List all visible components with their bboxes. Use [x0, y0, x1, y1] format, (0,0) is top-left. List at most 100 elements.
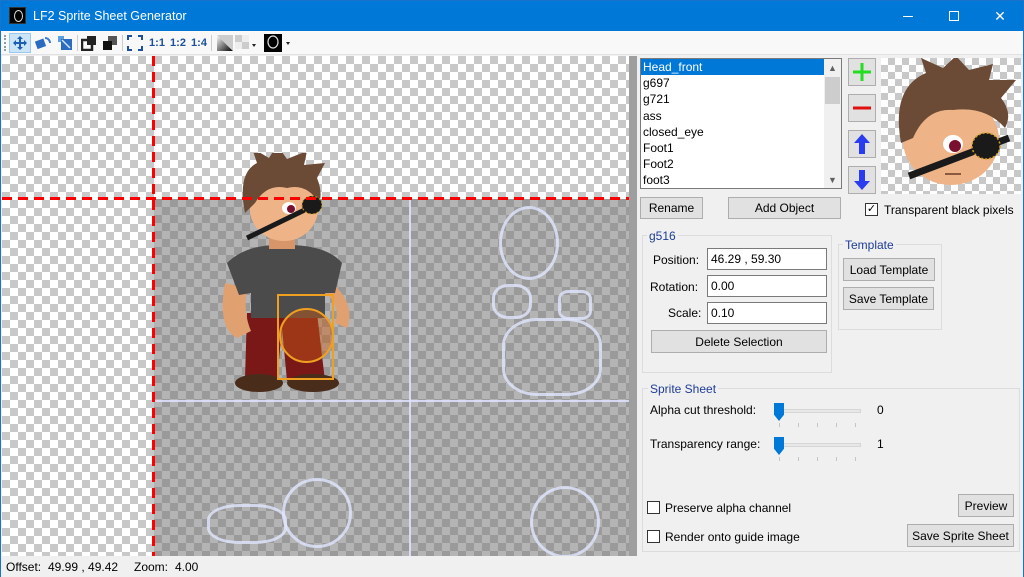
part-preview: [881, 58, 1021, 194]
sprite-sheet-group-title: Sprite Sheet: [648, 382, 719, 396]
toolbar-separator: [77, 35, 78, 51]
panel-splitter[interactable]: [629, 56, 637, 556]
transparent-black-label: Transparent black pixels: [884, 203, 1014, 217]
maximize-icon: [949, 11, 959, 21]
add-object-icon-button[interactable]: [848, 58, 876, 86]
plus-icon: [853, 63, 871, 81]
guide-grid-line: [154, 400, 637, 402]
move-down-button[interactable]: [848, 166, 876, 194]
slider-tick: [855, 457, 856, 461]
window-title: LF2 Sprite Sheet Generator: [33, 9, 187, 23]
slider-tick: [817, 423, 818, 427]
position-input[interactable]: 46.29 , 59.30: [707, 248, 827, 270]
slider-tick: [836, 457, 837, 461]
rotation-label: Rotation:: [650, 280, 699, 294]
close-icon: ✕: [994, 7, 1006, 24]
selection-group-title: g516: [647, 229, 678, 243]
arrow-up-icon: [854, 134, 870, 154]
save-sprite-sheet-button[interactable]: Save Sprite Sheet: [907, 524, 1014, 547]
object-list[interactable]: Head_front g697 g721 ass closed_eye Foot…: [640, 58, 842, 189]
zoom-value: 4.00: [175, 560, 199, 574]
transparency-label: Transparency range:: [650, 437, 761, 451]
rotate-tool-button[interactable]: [32, 33, 54, 53]
minimize-button[interactable]: [885, 1, 931, 31]
origin-guide-vertical[interactable]: [152, 56, 155, 556]
head-preview-image: [898, 58, 1016, 185]
transparency-value: 1: [877, 437, 884, 451]
title-bar[interactable]: LF2 Sprite Sheet Generator ✕: [1, 1, 1023, 31]
toolbar-grip[interactable]: [4, 35, 6, 51]
transparent-black-checkbox[interactable]: ✓: [865, 203, 878, 216]
move-up-button[interactable]: [848, 130, 876, 158]
list-item[interactable]: Head_front: [641, 59, 825, 76]
list-item[interactable]: g721: [641, 91, 825, 107]
zoom-fit-button[interactable]: [125, 33, 145, 53]
sprite-canvas[interactable]: [2, 56, 637, 556]
guide-outline-lower: [282, 478, 352, 548]
slider-tick: [779, 457, 780, 461]
list-scrollbar[interactable]: ▲ ▼: [824, 59, 841, 188]
load-template-button[interactable]: Load Template: [843, 258, 935, 281]
transparency-slider-track[interactable]: [775, 443, 861, 447]
preview-button[interactable]: Preview: [958, 494, 1014, 517]
toolbar: 1:1 1:2 1:4: [1, 31, 1023, 55]
add-object-button[interactable]: Add Object: [728, 197, 841, 219]
render-guide-label: Render onto guide image: [665, 530, 800, 544]
list-item[interactable]: Foot1: [641, 140, 825, 156]
slider-tick: [855, 423, 856, 427]
toolbar-separator: [211, 35, 212, 51]
scroll-up-icon[interactable]: ▲: [824, 59, 841, 76]
zoom-1-2-button[interactable]: 1:2: [168, 33, 188, 53]
slider-tick: [798, 423, 799, 427]
app-icon: [9, 7, 26, 24]
rotation-input[interactable]: 0.00: [707, 275, 827, 297]
guide-image-dropdown[interactable]: [263, 33, 293, 53]
maximize-button[interactable]: [931, 1, 977, 31]
rotate-icon: [34, 37, 51, 50]
origin-guide-horizontal[interactable]: [2, 197, 637, 200]
minimize-icon: [903, 15, 913, 17]
bring-forward-button[interactable]: [79, 33, 99, 53]
scale-icon: [58, 36, 72, 50]
list-item[interactable]: closed_eye: [641, 124, 825, 140]
list-item[interactable]: Foot2: [641, 156, 825, 172]
slider-tick: [798, 457, 799, 461]
remove-object-button[interactable]: [848, 94, 876, 122]
guide-image-icon: [264, 34, 290, 52]
preserve-alpha-checkbox[interactable]: [647, 501, 660, 514]
position-label: Position:: [653, 253, 700, 267]
list-item[interactable]: foot3: [641, 172, 825, 188]
scale-input[interactable]: 0.10: [707, 302, 827, 324]
rename-button[interactable]: Rename: [640, 197, 703, 219]
scale-label: Scale:: [668, 306, 702, 320]
delete-selection-button[interactable]: Delete Selection: [651, 330, 827, 353]
zoom-label: Zoom:: [134, 560, 169, 574]
send-backward-icon: [103, 36, 117, 50]
background-dropdown[interactable]: [214, 33, 260, 53]
scroll-thumb[interactable]: [825, 77, 840, 104]
guide-outline-hand: [558, 290, 592, 320]
zoom-1-4-button[interactable]: 1:4: [189, 33, 209, 53]
zoom-1-1-button[interactable]: 1:1: [147, 33, 167, 53]
save-template-button[interactable]: Save Template: [843, 287, 934, 310]
slider-tick: [836, 423, 837, 427]
guide-grid-line: [409, 199, 411, 556]
guide-outline-head: [499, 206, 559, 280]
alpha-cut-slider-track[interactable]: [775, 409, 861, 413]
send-backward-button[interactable]: [100, 33, 120, 53]
scale-tool-button[interactable]: [55, 33, 75, 53]
list-item[interactable]: g697: [641, 75, 825, 91]
close-button[interactable]: ✕: [977, 1, 1023, 31]
move-tool-button[interactable]: [9, 33, 31, 53]
alpha-cut-value: 0: [877, 403, 884, 417]
rotation-handle-circle[interactable]: [279, 308, 334, 363]
gradient-checker-icon: [217, 35, 256, 51]
scroll-down-icon[interactable]: ▼: [824, 171, 841, 188]
render-guide-checkbox[interactable]: [647, 530, 660, 543]
offset-label: Offset:: [6, 560, 42, 574]
move-arrows-icon: [13, 36, 27, 50]
status-bar: Offset: 49.99 , 49.42 Zoom: 4.00: [1, 556, 1023, 577]
app-window: LF2 Sprite Sheet Generator ✕ 1:1 1:2 1:4: [0, 0, 1024, 577]
list-item[interactable]: ass: [641, 108, 825, 124]
offset-value: 49.99 , 49.42: [48, 560, 119, 574]
